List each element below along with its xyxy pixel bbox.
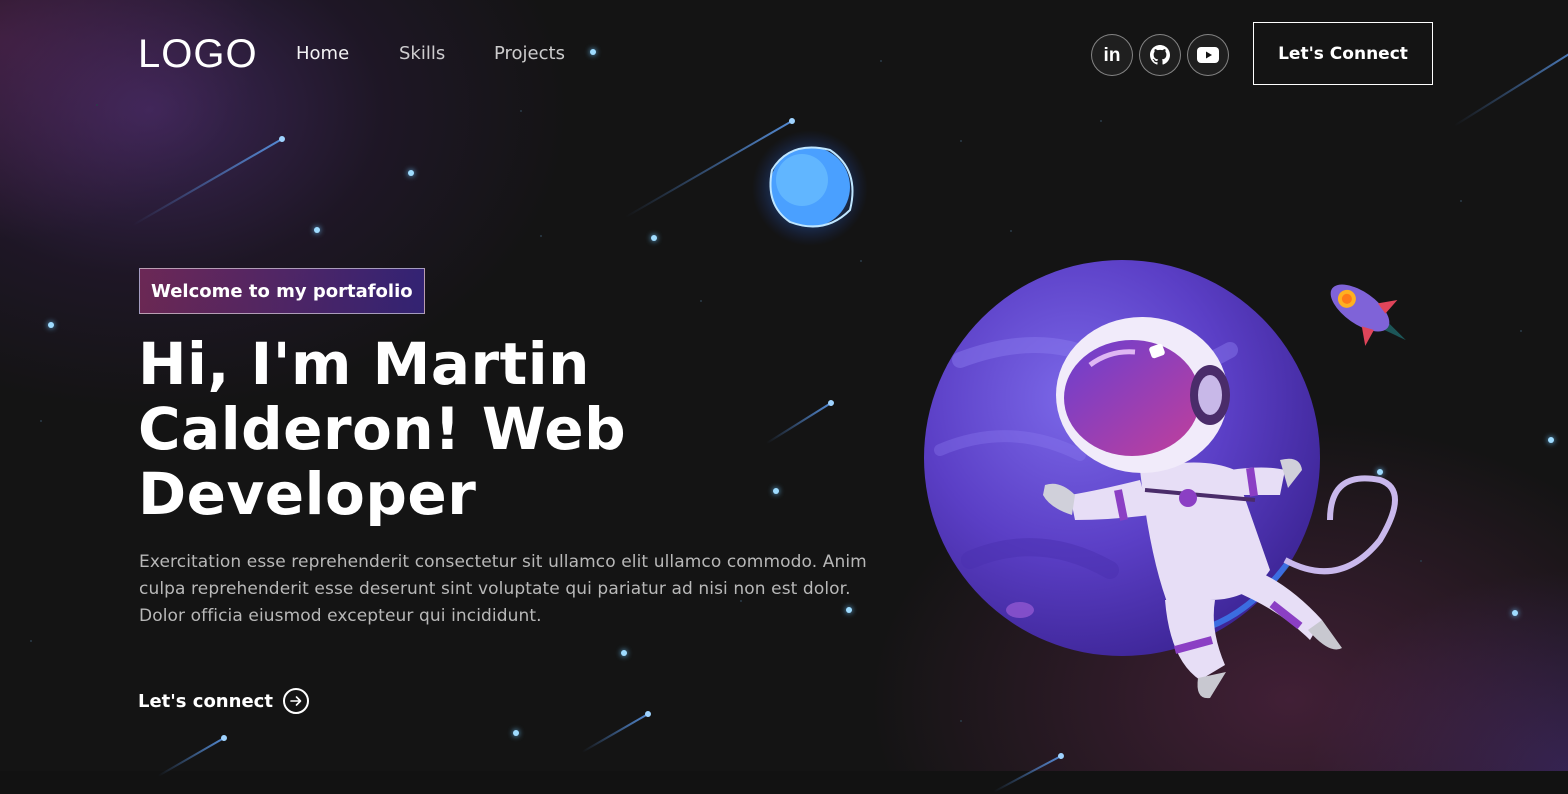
hero-headline: Hi, I'm Martin Calderon! Web Developer [138,330,627,528]
navbar: LOGO Home Skills Projects in Let's Conne… [0,0,1568,110]
lets-connect-button[interactable]: Let's Connect [1253,22,1433,85]
nav-link-skills[interactable]: Skills [399,43,445,65]
lets-connect-cta[interactable]: Let's connect [138,688,309,714]
logo[interactable]: LOGO [138,32,258,76]
youtube-link[interactable] [1187,34,1229,76]
cta-label: Let's connect [138,690,273,712]
linkedin-link[interactable]: in [1091,34,1133,76]
welcome-tagline: Welcome to my portafolio [139,268,425,314]
glowing-orb [752,130,868,246]
hero-description: Exercitation esse reprehenderit consecte… [139,552,867,626]
github-link[interactable] [1139,34,1181,76]
youtube-icon [1197,47,1219,63]
nav-link-projects[interactable]: Projects [494,43,565,65]
github-icon [1150,45,1170,65]
rocket [1330,284,1406,346]
arrow-right-circle-icon [282,688,309,714]
nav-link-home[interactable]: Home [296,43,349,65]
linkedin-icon: in [1103,44,1121,66]
